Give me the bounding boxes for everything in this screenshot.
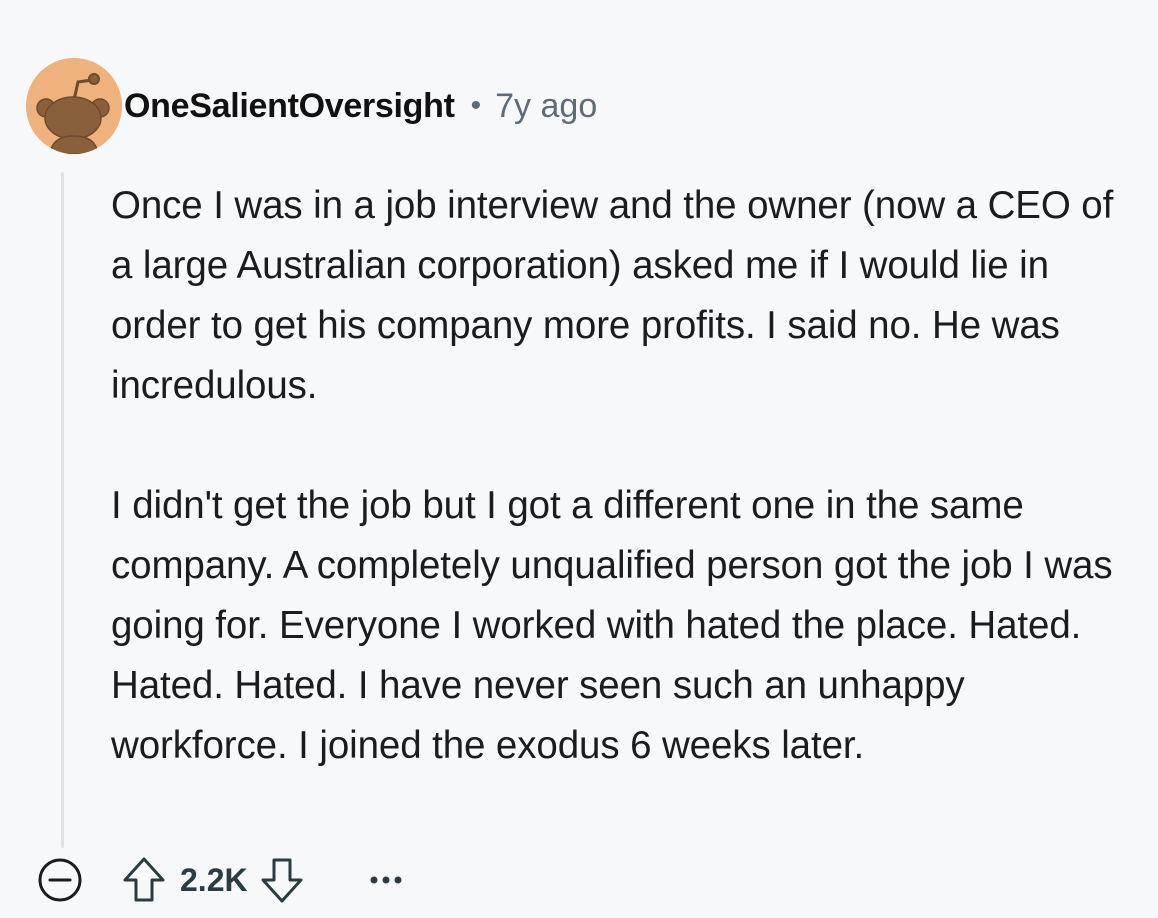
- snoo-avatar-icon: [26, 58, 122, 154]
- comment-paragraph: I didn't get the job but I got a differe…: [111, 484, 1113, 767]
- collapse-button[interactable]: [36, 856, 84, 904]
- overflow-dots-icon: [370, 876, 402, 884]
- arrow-up-outline-icon: [123, 857, 165, 902]
- comment-paragraph: Once I was in a job interview and the ow…: [111, 184, 1114, 407]
- arrow-down-outline-icon: [261, 858, 303, 903]
- more-options-button[interactable]: [364, 858, 408, 902]
- meta-separator: •: [470, 89, 482, 122]
- comment-body: Once I was in a job interview and the ow…: [111, 176, 1141, 776]
- avatar[interactable]: [26, 58, 122, 154]
- minus-circle-icon: [38, 858, 82, 902]
- comment-header: OneSalientOversight • 7y ago: [124, 84, 597, 128]
- vote-score: 2.2K: [180, 861, 248, 898]
- thread-collapse-line[interactable]: [61, 172, 64, 848]
- comment-timestamp[interactable]: 7y ago: [495, 87, 597, 126]
- downvote-button[interactable]: [258, 854, 306, 906]
- comment-action-bar: 2.2K: [36, 852, 408, 908]
- upvote-button[interactable]: [120, 854, 168, 906]
- comment: OneSalientOversight • 7y ago Once I was …: [0, 0, 1158, 918]
- author-username[interactable]: OneSalientOversight: [124, 87, 455, 126]
